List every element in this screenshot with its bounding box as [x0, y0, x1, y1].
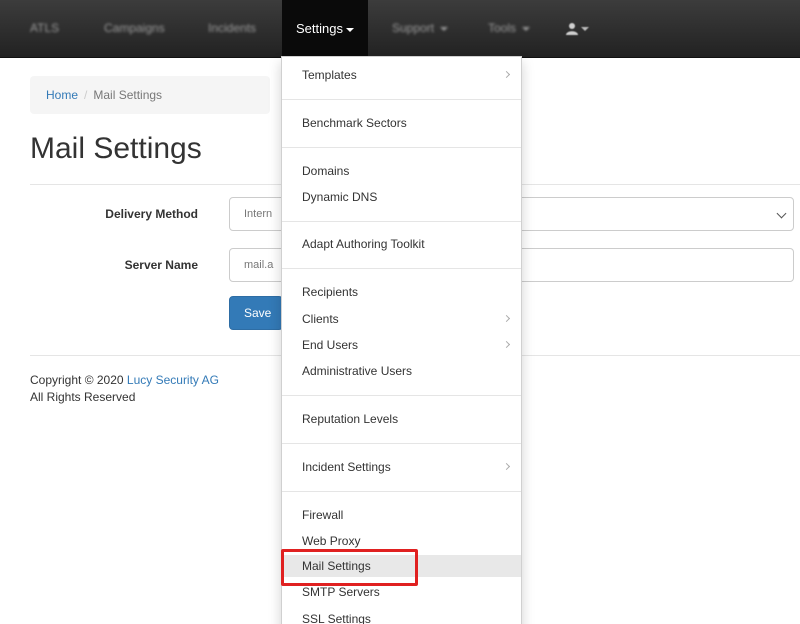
menu-item-firewall[interactable]: Firewall — [282, 504, 521, 526]
menu-divider — [282, 395, 521, 396]
menu-item-clients[interactable]: Clients — [282, 308, 521, 330]
annotation-highlight-box — [281, 549, 418, 586]
menu-item-label: Reputation Levels — [302, 412, 399, 426]
chevron-right-icon — [502, 462, 511, 471]
menu-item-label: Adapt Authoring Toolkit — [302, 237, 425, 251]
nav-campaigns[interactable]: Campaigns — [104, 0, 165, 57]
chevron-down-icon — [522, 26, 531, 31]
nav-support[interactable]: Support — [392, 0, 449, 57]
delivery-method-value: Intern — [244, 208, 273, 220]
menu-item-ssl-settings[interactable]: SSL Settings — [282, 608, 521, 624]
nav-incidents[interactable]: Incidents — [208, 0, 256, 57]
menu-divider — [282, 443, 521, 444]
nav-tools[interactable]: Tools — [488, 0, 531, 57]
chevron-right-icon — [502, 314, 511, 323]
menu-item-label: Firewall — [302, 508, 344, 522]
chevron-down-icon — [776, 208, 787, 219]
chevron-down-icon — [581, 26, 589, 31]
menu-item-recipients[interactable]: Recipients — [282, 281, 521, 303]
menu-item-end-users[interactable]: End Users — [282, 334, 521, 356]
server-name-value: mail.a — [244, 259, 274, 271]
menu-item-label: Clients — [302, 312, 339, 326]
menu-item-label: Benchmark Sectors — [302, 116, 407, 130]
menu-item-benchmark-sectors[interactable]: Benchmark Sectors — [282, 112, 521, 134]
top-navbar: ATLS Campaigns Incidents Settings Suppor… — [0, 0, 800, 58]
menu-item-label: Dynamic DNS — [302, 190, 378, 204]
footer: Copyright © 2020 Lucy Security AG All Ri… — [30, 372, 219, 406]
page-title: Mail Settings — [30, 132, 202, 165]
menu-item-domains[interactable]: Domains — [282, 160, 521, 182]
menu-item-templates[interactable]: Templates — [282, 64, 521, 86]
menu-item-label: Templates — [302, 68, 357, 82]
server-name-label: Server Name — [124, 258, 198, 272]
menu-item-label: Incident Settings — [302, 460, 391, 474]
chevron-down-icon — [345, 27, 354, 32]
menu-item-incident-settings[interactable]: Incident Settings — [282, 456, 521, 478]
footer-copyright-line: Copyright © 2020 Lucy Security AG — [30, 372, 219, 389]
chevron-right-icon — [502, 70, 511, 79]
menu-divider — [282, 491, 521, 492]
menu-item-administrative-users[interactable]: Administrative Users — [282, 360, 521, 382]
nav-support-label: Support — [392, 21, 435, 35]
nav-brand[interactable]: ATLS — [30, 0, 59, 57]
breadcrumb-home[interactable]: Home — [46, 88, 78, 102]
chevron-down-icon — [440, 26, 449, 31]
user-icon — [566, 23, 578, 36]
settings-dropdown-menu: Templates Benchmark Sectors Domains Dyna… — [281, 56, 522, 624]
nav-settings-label: Settings — [296, 21, 343, 36]
menu-item-dynamic-dns[interactable]: Dynamic DNS — [282, 186, 521, 208]
nav-user-menu[interactable] — [566, 0, 589, 57]
menu-item-label: End Users — [302, 338, 359, 352]
menu-item-label: Web Proxy — [302, 534, 361, 548]
menu-divider — [282, 268, 521, 269]
menu-item-label: Recipients — [302, 285, 359, 299]
delivery-method-label: Delivery Method — [105, 207, 198, 221]
menu-divider — [282, 147, 521, 148]
menu-item-label: SMTP Servers — [302, 585, 380, 599]
menu-item-reputation-levels[interactable]: Reputation Levels — [282, 408, 521, 430]
footer-company-link[interactable]: Lucy Security AG — [127, 373, 219, 387]
menu-divider — [282, 221, 521, 222]
save-button[interactable]: Save — [229, 296, 283, 330]
breadcrumb-current: Mail Settings — [93, 88, 163, 102]
footer-rights: All Rights Reserved — [30, 390, 136, 404]
breadcrumb: Home / Mail Settings — [30, 76, 270, 114]
menu-item-label: Administrative Users — [302, 364, 413, 378]
breadcrumb-separator: / — [84, 88, 88, 102]
footer-copyright: Copyright © 2020 — [30, 373, 124, 387]
menu-divider — [282, 99, 521, 100]
chevron-right-icon — [502, 340, 511, 349]
app-window: ATLS Campaigns Incidents Settings Suppor… — [0, 0, 800, 624]
nav-settings[interactable]: Settings — [282, 0, 368, 57]
nav-tools-label: Tools — [488, 21, 517, 35]
menu-item-label: SSL Settings — [302, 612, 371, 624]
menu-item-adapt-authoring-toolkit[interactable]: Adapt Authoring Toolkit — [282, 233, 521, 255]
menu-item-label: Domains — [302, 164, 350, 178]
